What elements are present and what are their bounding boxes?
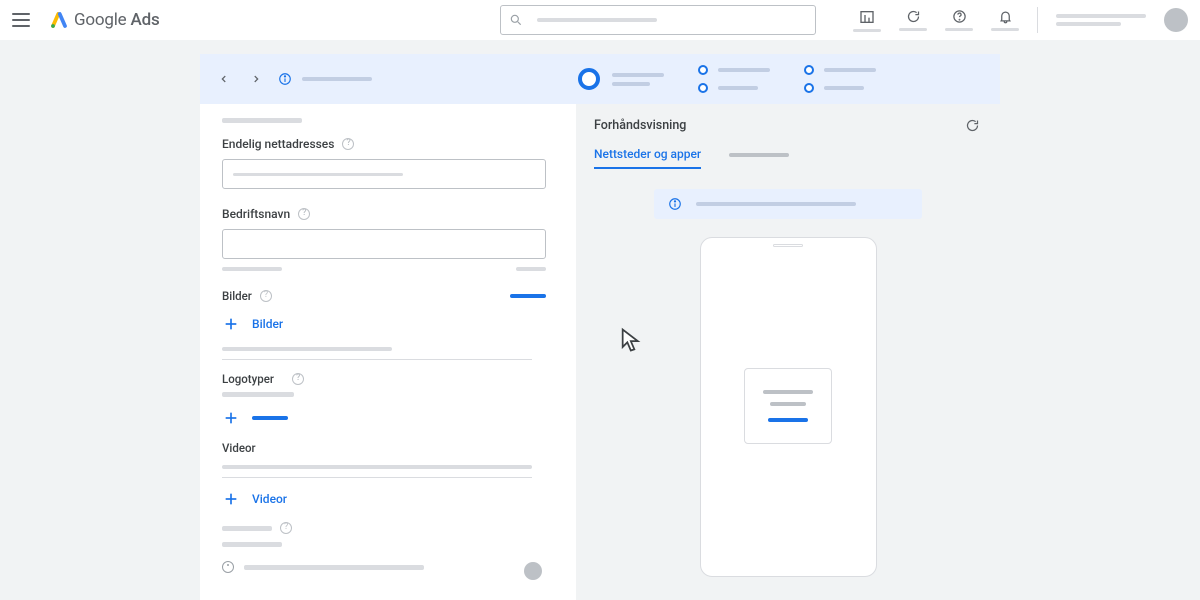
preview-refresh-button[interactable] [965, 118, 980, 137]
preview-title: Forhåndsvisning [594, 118, 982, 133]
help-icon[interactable] [342, 138, 354, 150]
add-images-button[interactable]: Bilder [222, 315, 554, 333]
stepper-bar [200, 54, 1000, 104]
forward-button[interactable] [248, 71, 264, 87]
plus-icon [222, 409, 240, 427]
char-counter [222, 267, 546, 271]
final-url-label: Endelig nettadresses [222, 137, 554, 151]
help-button[interactable] [945, 9, 973, 31]
info-icon [222, 561, 234, 573]
google-ads-logo-icon [50, 11, 68, 29]
tab-websites-apps[interactable]: Nettsteder og apper [594, 147, 701, 169]
images-label: Bilder [222, 289, 252, 303]
add-videos-button[interactable]: Videor [222, 490, 554, 508]
progress-dot [524, 562, 542, 580]
final-url-input[interactable] [222, 159, 546, 189]
notifications-button[interactable] [991, 9, 1019, 31]
step-3[interactable] [804, 65, 876, 93]
logos-label: Logotyper [222, 372, 554, 386]
business-name-input[interactable] [222, 229, 546, 259]
step-2[interactable] [698, 65, 770, 93]
refresh-icon [906, 9, 921, 24]
help-icon[interactable] [280, 522, 292, 534]
avatar[interactable] [1164, 8, 1188, 32]
reports-button[interactable] [853, 9, 881, 32]
campaign-editor: Endelig nettadresses Bedriftsnavn Bilder… [200, 54, 1000, 600]
search-icon [509, 13, 523, 27]
business-name-label: Bedriftsnavn [222, 207, 554, 221]
product-logo[interactable]: Google Ads [50, 10, 160, 30]
refresh-icon [965, 118, 980, 133]
step-current[interactable] [578, 68, 664, 90]
help-icon[interactable] [298, 208, 310, 220]
preview-info-banner [654, 189, 922, 219]
chevron-right-icon [251, 74, 261, 84]
ad-card-preview [744, 368, 832, 444]
header-actions [853, 0, 1188, 40]
search-input[interactable] [500, 5, 816, 35]
videos-label: Videor [222, 441, 554, 455]
chart-icon [859, 9, 875, 25]
preview-tabs: Nettsteder og apper [594, 147, 982, 169]
tab-secondary[interactable] [729, 153, 789, 163]
help-icon[interactable] [292, 373, 304, 385]
app-header: Google Ads [0, 0, 1200, 40]
help-icon[interactable] [260, 290, 272, 302]
menu-icon[interactable] [12, 13, 30, 27]
chevron-left-icon [219, 74, 229, 84]
back-button[interactable] [216, 71, 232, 87]
add-logos-button[interactable] [222, 409, 554, 427]
preview-panel: Forhåndsvisning Nettsteder og apper [576, 104, 1000, 600]
info-icon[interactable] [278, 72, 292, 86]
bell-icon [998, 9, 1013, 24]
help-icon [952, 9, 967, 24]
account-switcher[interactable] [1056, 14, 1146, 26]
info-icon [668, 197, 682, 211]
plus-icon [222, 315, 240, 333]
ad-form: Endelig nettadresses Bedriftsnavn Bilder… [200, 104, 576, 600]
phone-preview [700, 237, 877, 577]
refresh-button[interactable] [899, 9, 927, 31]
plus-icon [222, 490, 240, 508]
product-name: Google Ads [74, 10, 160, 30]
